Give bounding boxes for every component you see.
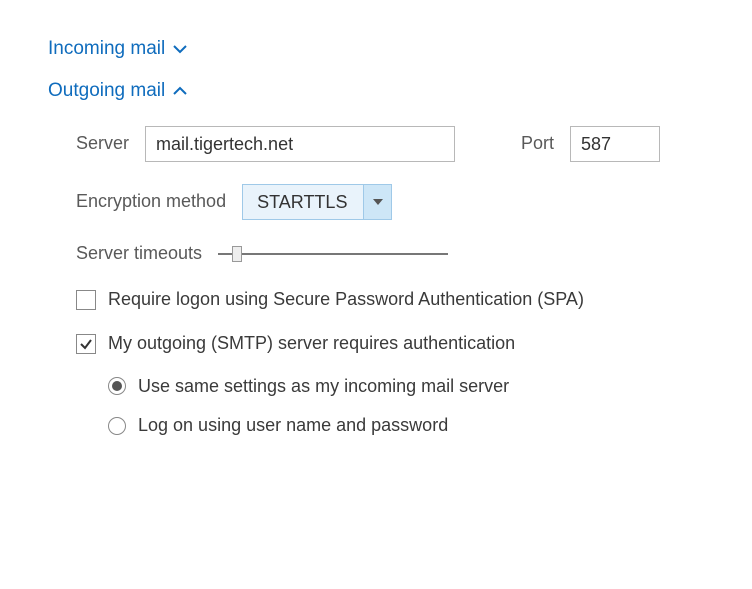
spa-checkbox[interactable] <box>76 290 96 310</box>
radio-log-on-using-label: Log on using user name and password <box>138 413 448 438</box>
incoming-mail-section-header[interactable]: Incoming mail <box>48 32 704 66</box>
port-input[interactable] <box>570 126 660 162</box>
spa-checkbox-label: Require logon using Secure Password Auth… <box>108 287 584 312</box>
outgoing-mail-panel: Server Port Encryption method STARTTLS S… <box>48 108 704 438</box>
radio-log-on-using[interactable] <box>108 417 126 435</box>
smtp-auth-radio-group: Use same settings as my incoming mail se… <box>76 374 704 438</box>
server-label: Server <box>76 132 129 155</box>
smtp-auth-checkbox-label: My outgoing (SMTP) server requires authe… <box>108 331 515 356</box>
encryption-method-select[interactable]: STARTTLS <box>242 184 392 220</box>
chevron-up-icon <box>173 83 187 99</box>
server-timeouts-slider[interactable] <box>218 244 448 264</box>
incoming-mail-title: Incoming mail <box>48 38 165 60</box>
server-timeouts-label: Server timeouts <box>76 242 202 265</box>
slider-thumb[interactable] <box>232 246 242 262</box>
outgoing-mail-section-header[interactable]: Outgoing mail <box>48 74 704 108</box>
encryption-method-value: STARTTLS <box>243 185 363 219</box>
radio-use-same-settings[interactable] <box>108 377 126 395</box>
dropdown-arrow-icon[interactable] <box>363 185 391 219</box>
smtp-auth-checkbox[interactable] <box>76 334 96 354</box>
chevron-down-icon <box>173 41 187 57</box>
encryption-method-label: Encryption method <box>76 190 226 213</box>
port-label: Port <box>521 132 554 155</box>
radio-use-same-settings-label: Use same settings as my incoming mail se… <box>138 374 509 399</box>
slider-track <box>218 253 448 255</box>
server-input[interactable] <box>145 126 455 162</box>
outgoing-mail-title: Outgoing mail <box>48 80 165 102</box>
